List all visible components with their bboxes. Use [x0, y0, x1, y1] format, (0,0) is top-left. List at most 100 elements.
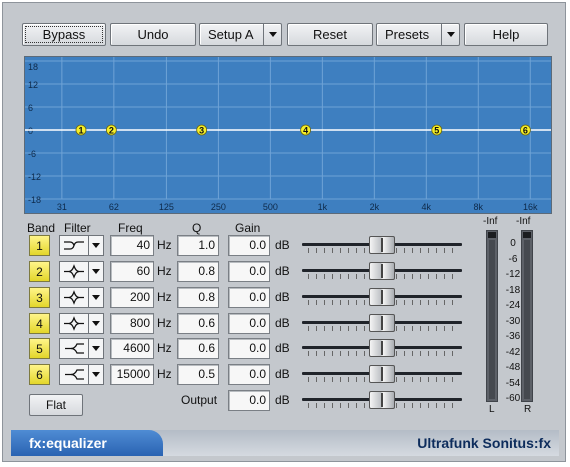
db-tick-label: -18 [28, 195, 41, 205]
freq-tick-label: 62 [109, 202, 119, 212]
chevron-down-icon[interactable] [88, 236, 103, 255]
chevron-down-icon[interactable] [88, 365, 103, 384]
meter-scale-label: -42 [505, 346, 521, 358]
db-tick-label: 12 [28, 80, 38, 90]
chevron-down-icon[interactable] [441, 24, 459, 45]
freq-tick-label: 4k [422, 202, 432, 212]
band-1-q-field[interactable]: 1.0 [177, 235, 219, 256]
left-peak-indicator[interactable] [488, 232, 496, 238]
db-unit: dB [275, 238, 290, 252]
output-db-unit: dB [275, 393, 290, 407]
band-6-freq-field[interactable]: 15000 [110, 364, 154, 385]
band-6-button[interactable]: 6 [29, 364, 50, 385]
output-gain-slider[interactable] [302, 389, 462, 411]
reset-button[interactable]: Reset [287, 23, 373, 46]
band-number: 6 [36, 367, 43, 382]
slider-thumb[interactable] [369, 391, 395, 409]
band-3-gain-slider[interactable] [302, 286, 462, 308]
gain-header: Gain [235, 221, 261, 235]
slider-thumb[interactable] [369, 365, 395, 383]
band-5-filter-select[interactable] [59, 338, 104, 359]
slider-thumb[interactable] [369, 339, 395, 357]
meter-scale-label: -24 [505, 300, 521, 311]
chevron-down-icon[interactable] [88, 288, 103, 307]
band-2-gain-field[interactable]: 0.0 [228, 261, 270, 282]
chevron-down-icon[interactable] [88, 339, 103, 358]
band-5-freq-field[interactable]: 4600 [110, 338, 154, 359]
help-label: Help [492, 27, 520, 42]
setup-dropdown[interactable]: Setup A [199, 23, 282, 46]
undo-button[interactable]: Undo [110, 23, 196, 46]
presets-label: Presets [385, 27, 430, 42]
bypass-button[interactable]: Bypass [22, 23, 106, 46]
band-3-button[interactable]: 3 [29, 287, 50, 308]
right-peak-indicator[interactable] [523, 232, 531, 238]
band-5-gain-slider[interactable] [302, 337, 462, 359]
band-2-gain-slider[interactable] [302, 260, 462, 282]
slider-thumb[interactable] [369, 262, 395, 280]
band-1-gain-field[interactable]: 0.0 [228, 235, 270, 256]
band-number: 2 [36, 264, 43, 279]
eq-response-graph[interactable]: 18 12 6 0 -6 -12 -18 31 62 125 250 500 1k 2k 4k 8k 16k 1 2… [24, 56, 552, 214]
undo-label: Undo [137, 27, 169, 42]
band-4-filter-select[interactable] [59, 313, 104, 334]
band-3-filter-select[interactable] [59, 287, 104, 308]
freq-tick-label: 2k [370, 202, 380, 212]
band-1-gain-slider[interactable] [302, 234, 462, 256]
chevron-down-icon[interactable] [263, 24, 281, 45]
chevron-down-icon[interactable] [88, 262, 103, 281]
band-5-button[interactable]: 5 [29, 338, 50, 359]
band-number: 4 [36, 316, 43, 331]
band-4-gain-field[interactable]: 0.0 [228, 313, 270, 334]
band-5-q-field[interactable]: 0.6 [177, 338, 219, 359]
band-number: 1 [36, 238, 43, 253]
band-4-q-field[interactable]: 0.6 [177, 313, 219, 334]
db-unit: dB [275, 290, 290, 304]
db-unit: dB [275, 367, 290, 381]
presets-dropdown[interactable]: Presets [376, 23, 460, 46]
band-5-gain-field[interactable]: 0.0 [228, 338, 270, 359]
db-unit: dB [275, 264, 290, 278]
band-3-freq-field[interactable]: 200 [110, 287, 154, 308]
band-3-q-field[interactable]: 0.8 [177, 287, 219, 308]
chevron-down-icon[interactable] [88, 314, 103, 333]
meter-scale-label: 0 [510, 238, 516, 249]
freq-tick-label: 250 [211, 202, 226, 212]
slider-thumb[interactable] [369, 288, 395, 306]
right-peak-readout: -Inf [516, 216, 531, 227]
band-1-freq-field[interactable]: 40 [110, 235, 154, 256]
output-gain-field[interactable]: 0.0 [228, 390, 270, 411]
band-1-button[interactable]: 1 [29, 235, 50, 256]
band-2-freq-field[interactable]: 60 [110, 261, 154, 282]
slider-thumb[interactable] [369, 236, 395, 254]
slider-thumb[interactable] [369, 314, 395, 332]
band-6-filter-select[interactable] [59, 364, 104, 385]
meter-scale-label: -36 [505, 331, 521, 342]
band-header: Band [27, 221, 56, 235]
band-number: 5 [36, 341, 43, 356]
band-4-gain-slider[interactable] [302, 312, 462, 334]
meter-scale-label: -48 [505, 362, 521, 373]
db-tick-label: 18 [28, 62, 38, 72]
band-2-filter-select[interactable] [59, 261, 104, 282]
band-6-gain-field[interactable]: 0.0 [228, 364, 270, 385]
band-2-q-field[interactable]: 0.8 [177, 261, 219, 282]
eq-graph-canvas[interactable]: 181260-6-12-1831 62 125 250 500 1k 2k 4k 8k 16k1 2… [25, 57, 551, 213]
product-name: fx:equalizer [11, 430, 163, 456]
hz-unit: Hz [157, 238, 172, 252]
band-6-gain-slider[interactable] [302, 363, 462, 385]
left-meter-bar [489, 240, 495, 399]
band-3-gain-field[interactable]: 0.0 [228, 287, 270, 308]
band-4-button[interactable]: 4 [29, 313, 50, 334]
band-6-q-field[interactable]: 0.5 [177, 364, 219, 385]
band-2-button[interactable]: 2 [29, 261, 50, 282]
help-button[interactable]: Help [464, 23, 548, 46]
band-number: 3 [36, 290, 43, 305]
setup-label: Setup A [208, 27, 254, 42]
band-4-freq-field[interactable]: 800 [110, 313, 154, 334]
band-1-filter-select[interactable] [59, 235, 104, 256]
graph-background [25, 57, 551, 213]
flat-button[interactable]: Flat [29, 394, 83, 416]
meter-scale-label: -30 [505, 315, 521, 327]
meter-scale-label: -6 [508, 253, 518, 265]
